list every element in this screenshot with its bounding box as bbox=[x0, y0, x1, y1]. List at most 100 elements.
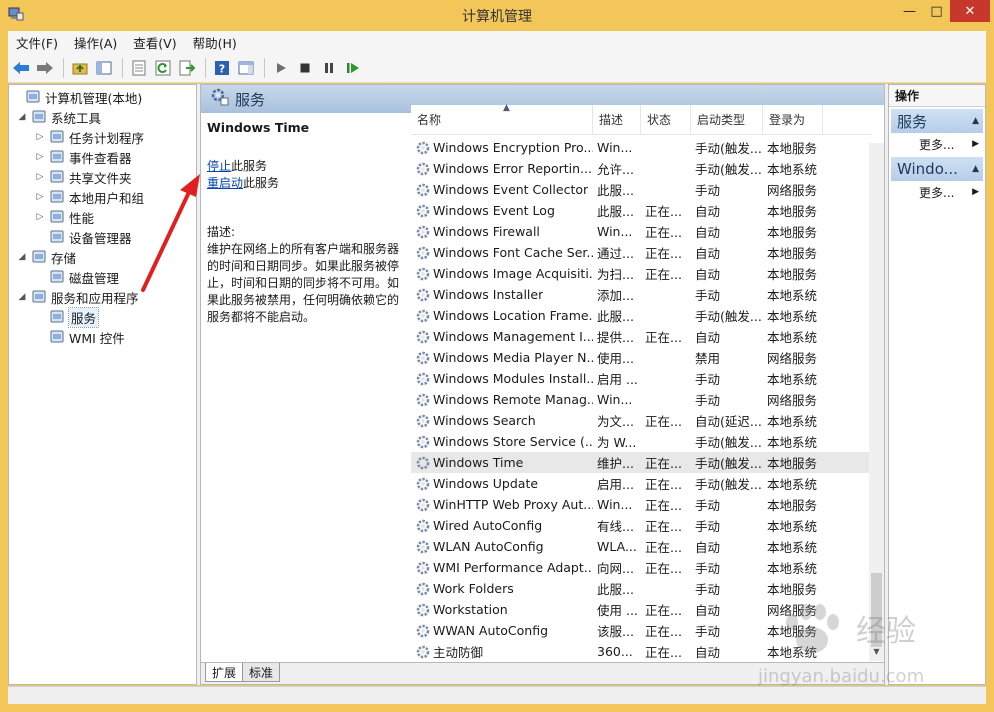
pause-service-icon[interactable] bbox=[318, 57, 340, 79]
table-row[interactable]: Windows Event Collector 此服... 手动 网络服务 bbox=[411, 179, 871, 200]
column-header-logon-as[interactable]: 登录为 bbox=[763, 104, 823, 135]
table-row[interactable]: WLAN AutoConfig WLA... 正在... 自动 本地系统 bbox=[411, 536, 871, 557]
service-name-cell: Work Folders bbox=[411, 581, 593, 597]
table-row[interactable]: Windows Modules Install... 启用 ... 手动 本地系统 bbox=[411, 368, 871, 389]
menu-file[interactable]: 文件(F) bbox=[8, 33, 66, 52]
close-button[interactable]: ✕ bbox=[950, 0, 990, 22]
menu-view[interactable]: 查看(V) bbox=[125, 33, 184, 52]
more-actions-item[interactable]: 更多... ▶ bbox=[889, 181, 985, 203]
tab-extended[interactable]: 扩展 bbox=[205, 663, 244, 682]
forward-arrow-icon[interactable] bbox=[34, 57, 56, 79]
tree-item[interactable]: ◢ 服务和应用程序 bbox=[17, 287, 139, 307]
table-row[interactable]: 主动防御 360... 正在... 自动 本地系统 bbox=[411, 641, 871, 662]
table-row[interactable]: Windows Media Player N... 使用... 禁用 网络服务 bbox=[411, 347, 871, 368]
tree-item[interactable]: 计算机管理(本地) bbox=[11, 87, 142, 107]
table-row[interactable]: Windows Encryption Pro... Win... 手动(触发... 本… bbox=[411, 137, 871, 158]
table-row[interactable]: Windows Error Reportin... 允许... 手动(触发... 本地… bbox=[411, 158, 871, 179]
table-row[interactable]: WinHTTP Web Proxy Aut... Win... 正在... 手动 本地服… bbox=[411, 494, 871, 515]
table-row[interactable]: Windows Location Frame... 此服... 手动(触发... 本地… bbox=[411, 305, 871, 326]
table-row[interactable]: Windows Management I... 提供... 正在... 自动 本地系统 bbox=[411, 326, 871, 347]
table-row[interactable]: WWAN AutoConfig 该服... 正在... 手动 本地服务 bbox=[411, 620, 871, 641]
scroll-down-icon[interactable]: ▼ bbox=[869, 647, 884, 661]
tree-item[interactable]: ▷ 本地用户和组 bbox=[35, 187, 144, 207]
actions-section-services[interactable]: 服务 ▲ bbox=[891, 109, 983, 133]
service-name: Windows Store Service (... bbox=[433, 434, 593, 449]
refresh-icon[interactable] bbox=[152, 57, 174, 79]
minimize-button[interactable]: — bbox=[896, 0, 923, 22]
collapse-up-icon[interactable]: ▲ bbox=[972, 164, 979, 174]
service-description-cell: 有线... bbox=[597, 519, 634, 534]
up-folder-icon[interactable] bbox=[69, 57, 91, 79]
back-arrow-icon[interactable] bbox=[10, 57, 32, 79]
column-header-description[interactable]: 描述 bbox=[593, 104, 641, 135]
expanded-icon[interactable]: ◢ bbox=[17, 252, 27, 262]
tree-item[interactable]: ◢ 系统工具 bbox=[17, 107, 101, 127]
menu-action[interactable]: 操作(A) bbox=[66, 33, 125, 52]
tab-standard[interactable]: 标准 bbox=[242, 663, 281, 682]
vertical-scrollbar[interactable]: ▼ bbox=[869, 143, 884, 661]
service-description-cell: 使用... bbox=[597, 351, 634, 366]
column-header-status[interactable]: 状态 bbox=[641, 104, 691, 135]
tree-item[interactable]: ◢ 存储 bbox=[17, 247, 76, 267]
service-name-cell: Windows Time bbox=[411, 455, 593, 471]
tree-item[interactable]: 磁盘管理 bbox=[35, 267, 119, 287]
start-service-icon[interactable] bbox=[270, 57, 292, 79]
table-row[interactable]: Windows Search 为文... 正在... 自动(延迟... 本地系统 bbox=[411, 410, 871, 431]
stop-service-icon[interactable] bbox=[294, 57, 316, 79]
service-startup-cell: 自动 bbox=[695, 204, 721, 219]
table-row[interactable]: Windows Update 启用... 正在... 手动(触发... 本地系统 bbox=[411, 473, 871, 494]
services-rows: Windows Encryption Pro... Win... 手动(触发... 本… bbox=[411, 137, 871, 662]
service-status-cell: 正在... bbox=[645, 204, 682, 219]
service-gear-icon bbox=[415, 203, 431, 219]
properties-icon[interactable] bbox=[128, 57, 150, 79]
stop-service-link[interactable]: 停止 bbox=[207, 159, 231, 173]
tree-item-label: 本地用户和组 bbox=[69, 190, 145, 206]
tree-item[interactable]: ▷ 共享文件夹 bbox=[35, 167, 132, 187]
tree-item[interactable]: WMI 控件 bbox=[35, 327, 125, 347]
export-list-icon[interactable] bbox=[176, 57, 198, 79]
table-row[interactable]: Windows Firewall Win... 正在... 自动 本地服务 bbox=[411, 221, 871, 242]
tree-item[interactable]: ▷ 事件查看器 bbox=[35, 147, 132, 167]
table-row[interactable]: Windows Store Service (... 为 W... 手动(触发...… bbox=[411, 431, 871, 452]
scrollbar-thumb[interactable] bbox=[871, 573, 882, 647]
table-row[interactable]: Windows Remote Manag... Win... 手动 网络服务 bbox=[411, 389, 871, 410]
table-row[interactable]: Windows Time 维护... 正在... 手动(触发... 本地服务 bbox=[411, 452, 871, 473]
task-scheduler-icon bbox=[49, 129, 65, 145]
more-actions-item[interactable]: 更多... ▶ bbox=[889, 133, 985, 155]
show-hide-tree-icon[interactable] bbox=[93, 57, 115, 79]
shared-folders-icon bbox=[49, 169, 65, 185]
expand-icon[interactable]: ▷ bbox=[35, 172, 45, 182]
expand-icon[interactable]: ▷ bbox=[35, 152, 45, 162]
column-header-name[interactable]: 名称 ▲ bbox=[411, 103, 593, 135]
menu-help[interactable]: 帮助(H) bbox=[185, 33, 245, 52]
actions-section-windows-time[interactable]: Windo... ▲ bbox=[891, 157, 983, 181]
show-action-pane-icon[interactable] bbox=[235, 57, 257, 79]
table-row[interactable]: Windows Font Cache Ser... 通过... 正在... 自动 本地服… bbox=[411, 242, 871, 263]
collapse-up-icon[interactable]: ▲ bbox=[972, 116, 979, 126]
table-row[interactable]: Work Folders 此服... 手动 本地服务 bbox=[411, 578, 871, 599]
service-detail: Windows Time 停止此服务 重启动此服务 描述: 维护在网络上的所有客… bbox=[201, 113, 409, 661]
table-row[interactable]: Workstation 使用 ... 正在... 自动 网络服务 bbox=[411, 599, 871, 620]
service-startup-cell: 手动(触发... bbox=[695, 456, 762, 471]
service-startup-cell: 自动 bbox=[695, 225, 721, 240]
expand-icon[interactable]: ▷ bbox=[35, 132, 45, 142]
table-row[interactable]: Windows Event Log 此服... 正在... 自动 本地服务 bbox=[411, 200, 871, 221]
tree-item[interactable]: ▷ 性能 bbox=[35, 207, 94, 227]
table-row[interactable]: Windows Image Acquisiti... 为扫... 正在... 自动 本地… bbox=[411, 263, 871, 284]
table-row[interactable]: Wired AutoConfig 有线... 正在... 手动 本地系统 bbox=[411, 515, 871, 536]
column-header-startup-type[interactable]: 启动类型 bbox=[691, 104, 763, 135]
restart-service-icon[interactable] bbox=[342, 57, 364, 79]
maximize-button[interactable]: □ bbox=[923, 0, 950, 22]
tree-item[interactable]: ▷ 任务计划程序 bbox=[35, 127, 144, 147]
help-icon[interactable]: ? bbox=[211, 57, 233, 79]
expanded-icon[interactable]: ◢ bbox=[17, 112, 27, 122]
expanded-icon[interactable]: ◢ bbox=[17, 292, 27, 302]
service-gear-icon bbox=[415, 140, 431, 156]
tree-item[interactable]: 设备管理器 bbox=[35, 227, 132, 247]
restart-service-link[interactable]: 重启动 bbox=[207, 176, 243, 190]
tree-item[interactable]: 服务 bbox=[35, 306, 100, 328]
table-row[interactable]: WMI Performance Adapt... 向网... 正在... 手动 本地系统 bbox=[411, 557, 871, 578]
expand-icon[interactable]: ▷ bbox=[35, 192, 45, 202]
table-row[interactable]: Windows Installer 添加... 手动 本地系统 bbox=[411, 284, 871, 305]
expand-icon[interactable]: ▷ bbox=[35, 212, 45, 222]
